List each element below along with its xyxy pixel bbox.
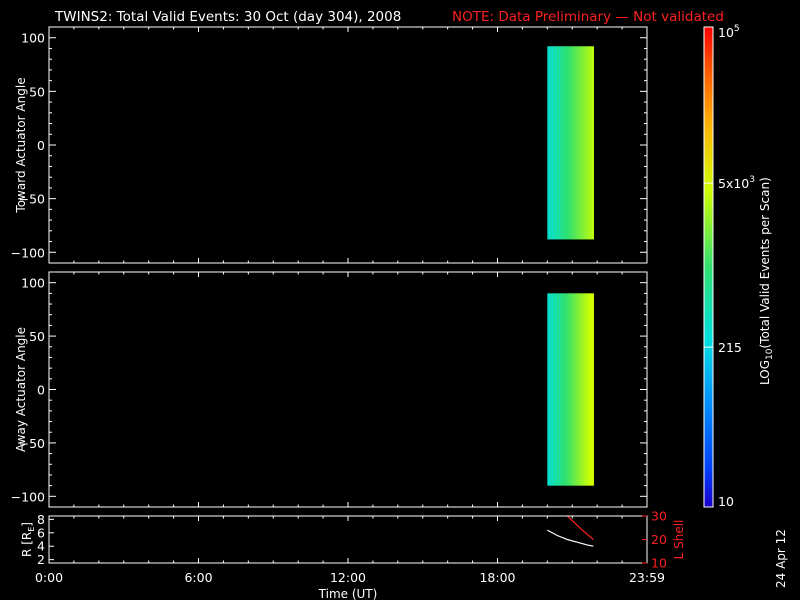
chart-title: TWINS2: Total Valid Events: 30 Oct (day … xyxy=(54,9,401,25)
y-tick-label: −100 xyxy=(11,489,45,504)
away-actuator-panel: 100500−50−100Away Actuator Angle xyxy=(11,271,648,508)
colorbar-tick-exponent: 5 xyxy=(734,24,740,34)
y-tick-label: 6 xyxy=(37,525,45,540)
colorbar-tick-base: 10 xyxy=(718,25,734,40)
ephemeris-panel: 0:00 6:00 12:00 18:00 23:59 2468 10 20 30 R [RE] L… xyxy=(20,509,686,600)
colorbar-gradient xyxy=(703,26,714,508)
colorbar-tick-base: 5x10 xyxy=(718,176,749,191)
y-axis-label: R [RE] xyxy=(20,522,36,557)
preliminary-note: NOTE: Data Preliminary — Not validated xyxy=(452,9,724,25)
figure: TWINS2: Total Valid Events: 30 Oct (day … xyxy=(11,9,788,600)
y2-tick-label: 10 xyxy=(651,556,667,571)
toward-actuator-panel: 100500−50−100Toward Actuator Angle xyxy=(11,26,648,264)
y-tick-label: 0 xyxy=(37,383,45,398)
colorbar-tick-label: 5x103 xyxy=(718,175,755,191)
y-tick-label: 2 xyxy=(37,552,45,567)
y-tick-label: −100 xyxy=(11,245,45,260)
y-axis-label: Away Actuator Angle xyxy=(14,327,28,452)
y-axis-label-main: R [R xyxy=(20,532,34,557)
y-axis-label-end: ] xyxy=(20,522,34,527)
colorbar-label: LOG10(Total Valid Events per Scan) xyxy=(758,177,775,385)
heatmap-cell xyxy=(592,293,595,486)
y-tick-label: 0 xyxy=(37,138,45,153)
y-tick-label: 8 xyxy=(37,512,45,527)
y-tick-label: 4 xyxy=(37,539,45,554)
y2-tick-label: 20 xyxy=(651,532,667,547)
x-tick-label: 6:00 xyxy=(184,570,212,585)
colorbar-tick-exponent: 3 xyxy=(749,175,755,185)
colorbar-tick-label: 105 xyxy=(718,24,740,40)
colorbar: LOG10(Total Valid Events per Scan) 10 215… xyxy=(703,24,775,509)
colorbar-tick-label: 10 xyxy=(718,494,734,509)
y2-tick-label: 30 xyxy=(651,509,667,524)
panel-frame xyxy=(48,515,648,564)
y2-axis-label: L Shell xyxy=(672,520,686,560)
x-tick-label: 12:00 xyxy=(330,570,366,585)
x-axis-label: Time (UT) xyxy=(318,587,378,600)
x-tick-label: 0:00 xyxy=(35,570,63,585)
heatmap-cell xyxy=(592,46,595,240)
x-tick-label: 18:00 xyxy=(479,570,515,585)
y-tick-label: 50 xyxy=(29,84,45,99)
y-axis-label: Toward Actuator Angle xyxy=(14,77,28,213)
x-tick-label: 23:59 xyxy=(629,570,665,585)
date-stamp: 24 Apr 12 xyxy=(774,529,788,588)
y-tick-label: 100 xyxy=(21,276,45,291)
y-tick-label: 100 xyxy=(21,31,45,46)
colorbar-tick-base: 10 xyxy=(718,494,734,509)
r-series-line xyxy=(547,529,594,547)
y-tick-label: 50 xyxy=(29,329,45,344)
colorbar-tick-label: 215 xyxy=(718,340,742,355)
colorbar-tick-base: 215 xyxy=(718,340,742,355)
